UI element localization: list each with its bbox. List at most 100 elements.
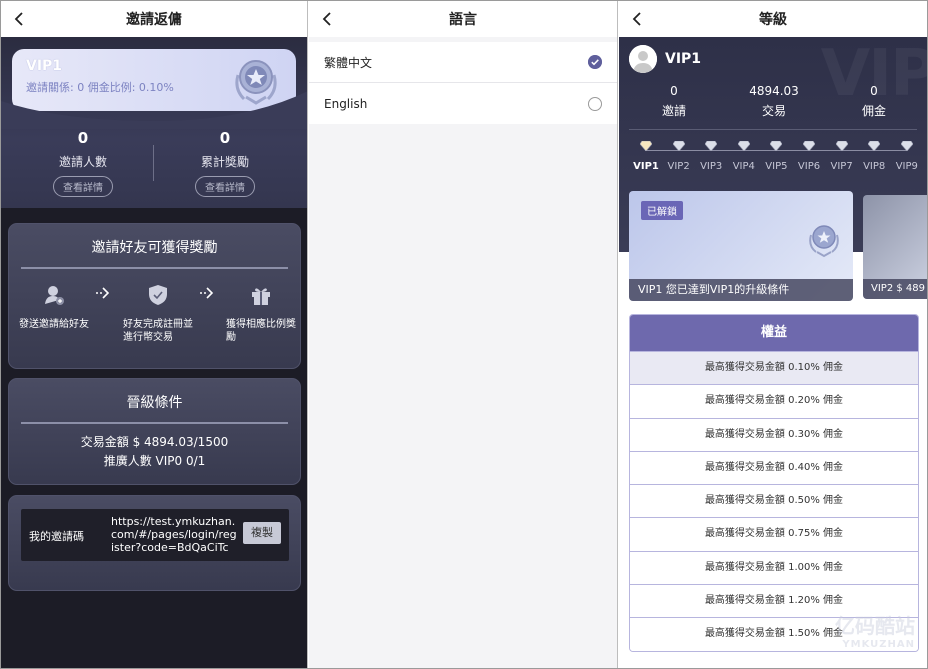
rights-table: 權益 最高獲得交易金額 0.10% 佣金 最高獲得交易金額 0.20% 佣金 最高獲… xyxy=(629,314,919,652)
level-step-vip3[interactable]: VIP3 xyxy=(696,141,726,172)
level-step-label: VIP1 xyxy=(633,161,659,172)
trade-label: 交易 xyxy=(761,104,786,118)
step-send-invite: 發送邀請給好友 xyxy=(19,284,89,331)
shield-icon xyxy=(149,285,167,305)
level-step-vip5[interactable]: VIP5 xyxy=(761,141,791,172)
invite-count-label: 邀請人數 xyxy=(58,155,107,169)
level-step-vip1[interactable]: VIP1 xyxy=(631,141,661,172)
diamond-icon xyxy=(803,141,815,151)
brand-cn: 亿码酷站 xyxy=(835,614,915,638)
level-step-label: VIP8 xyxy=(863,161,886,172)
rights-row: 最高獲得交易金額 0.50% 佣金 xyxy=(630,484,918,518)
level-step-vip9[interactable]: VIP9 xyxy=(892,141,922,172)
avatar-icon xyxy=(629,45,657,73)
user-level: VIP1 xyxy=(665,51,702,67)
invite-code-card: 我的邀請碼 https://test.ymkuzhan.com/#/pages/… xyxy=(8,495,301,591)
rights-rows: 最高獲得交易金額 0.10% 佣金 最高獲得交易金額 0.20% 佣金 最高獲得交易… xyxy=(630,351,918,651)
invite-count: 0 xyxy=(77,129,89,147)
language-label: English xyxy=(324,96,368,111)
level-step-label: VIP6 xyxy=(797,161,821,172)
top-bar: 等級 xyxy=(619,1,927,37)
rights-row: 最高獲得交易金額 0.20% 佣金 xyxy=(630,384,918,418)
upgrade-conditions-card: 晉級條件 交易金額 $ 4894.03/1500 推廣人數 VIP0 0/1 xyxy=(8,378,301,485)
step-arrow-icon xyxy=(200,287,214,299)
radio-unchecked-icon[interactable] xyxy=(588,96,602,111)
user-add-icon xyxy=(45,286,64,305)
page-title: 邀請返傭 xyxy=(126,12,182,28)
level-step-label: VIP7 xyxy=(830,161,853,172)
header-divider xyxy=(629,129,917,130)
level-step-vip2[interactable]: VIP2 xyxy=(664,141,694,172)
card-divider xyxy=(21,267,288,269)
how-to-earn-card: 邀請好友可獲得獎勵 發送邀請給好友 好友完成註冊並進行幣交易 獲得相應比例獎勵 xyxy=(8,223,301,369)
step-arrow-icon xyxy=(96,287,110,299)
condition-trade: 交易金額 $ 4894.03/1500 xyxy=(80,435,229,449)
conditions: 交易金額 $ 4894.03/1500 推廣人數 VIP0 0/1 xyxy=(9,433,300,471)
invite-screen: 邀請返傭 VIP1 邀請關係: 0 佣金比例: 0.10% 0 邀請人數 查看詳… xyxy=(1,1,308,668)
level-step-label: VIP4 xyxy=(732,161,755,172)
level-step-label: VIP9 xyxy=(895,161,918,172)
rights-title: 權益 xyxy=(630,315,918,351)
level-step-vip8[interactable]: VIP8 xyxy=(859,141,889,172)
reward-total-label: 累計獎勵 xyxy=(200,155,249,169)
step-1-label: 發送邀請給好友 xyxy=(19,319,89,330)
back-arrow-icon[interactable] xyxy=(11,10,29,28)
page-title: 語言 xyxy=(449,12,477,28)
copy-button[interactable]: 複製 xyxy=(243,522,281,544)
level-step-label: VIP3 xyxy=(700,161,723,172)
brand-watermark: 亿码酷站 YMKUZHAN xyxy=(835,610,915,650)
step-get-reward: 獲得相應比例獎勵 xyxy=(226,284,296,344)
step-3-label: 獲得相應比例獎勵 xyxy=(226,319,296,343)
invite-url[interactable]: https://test.ymkuzhan.com/#/pages/login/… xyxy=(111,515,239,554)
level-step-label: VIP5 xyxy=(765,161,788,172)
radio-checked-icon[interactable] xyxy=(588,55,602,69)
page-title: 等級 xyxy=(759,12,787,28)
invite-header: VIP1 邀請關係: 0 佣金比例: 0.10% 0 邀請人數 查看詳情 0 累… xyxy=(1,37,307,208)
rights-row: 最高獲得交易金額 0.75% 佣金 xyxy=(630,517,918,551)
commission-value: 0 xyxy=(870,84,878,98)
invites-value: 0 xyxy=(670,84,678,98)
level-step-vip6[interactable]: VIP6 xyxy=(794,141,824,172)
back-arrow-icon[interactable] xyxy=(319,10,337,28)
diamond-icon xyxy=(672,141,685,151)
invite-code-box: 我的邀請碼 https://test.ymkuzhan.com/#/pages/… xyxy=(21,509,289,561)
diamond-icon xyxy=(705,141,718,151)
card-divider xyxy=(21,422,288,424)
rights-row: 最高獲得交易金額 0.10% 佣金 xyxy=(630,351,918,385)
stat-divider xyxy=(153,145,154,181)
commission-label: 佣金 xyxy=(861,104,886,118)
reward-total: 0 xyxy=(219,129,231,147)
back-arrow-icon[interactable] xyxy=(629,10,647,28)
language-label: 繁體中文 xyxy=(324,55,373,70)
language-option-traditional-chinese[interactable]: 繁體中文 xyxy=(309,42,617,83)
level-step-vip4[interactable]: VIP4 xyxy=(729,141,759,172)
language-option-english[interactable]: English xyxy=(309,83,617,124)
level-step-vip7[interactable]: VIP7 xyxy=(827,141,857,172)
rights-row: 最高獲得交易金額 0.40% 佣金 xyxy=(630,450,918,485)
diamond-icon xyxy=(835,141,848,151)
level-screen: 等級 VIP VIP1 0 邀請 4894.03 交易 0 佣金 VIP1 VIP2 VI… xyxy=(619,1,927,668)
step-2-label: 好友完成註冊並進行幣交易 xyxy=(123,319,193,343)
commission-stat: 0 佣金 xyxy=(834,84,914,119)
step-friend-register: 好友完成註冊並進行幣交易 xyxy=(123,284,193,344)
upgrade-card-title: 晉級條件 xyxy=(126,395,183,411)
diamond-icon xyxy=(868,141,881,151)
rights-row: 最高獲得交易金額 0.30% 佣金 xyxy=(630,417,918,451)
diamond-icon xyxy=(640,141,652,151)
gift-icon xyxy=(252,288,270,305)
brand-en: YMKUZHAN xyxy=(842,639,915,650)
unlocked-badge: 已解鎖 xyxy=(641,201,683,220)
current-level-card[interactable]: 已解鎖 VIP1 您已達到VIP1的升級條件 xyxy=(629,191,853,301)
next-level-caption: VIP2 $ 489 xyxy=(863,279,927,299)
next-level-card[interactable]: VIP2 $ 489 xyxy=(863,195,927,299)
language-list: 繁體中文 English xyxy=(309,42,617,124)
view-rewards-button[interactable]: 查看詳情 xyxy=(195,176,255,197)
trade-stat: 4894.03 交易 xyxy=(734,84,814,119)
top-bar: 語言 xyxy=(309,1,617,37)
view-invites-button[interactable]: 查看詳情 xyxy=(53,176,113,197)
condition-referral: 推廣人數 VIP0 0/1 xyxy=(103,454,206,468)
diamond-icon xyxy=(770,141,783,151)
top-bar: 邀請返傭 xyxy=(1,1,307,37)
invites-label: 邀請 xyxy=(661,104,686,118)
trade-value: 4894.03 xyxy=(749,84,799,98)
